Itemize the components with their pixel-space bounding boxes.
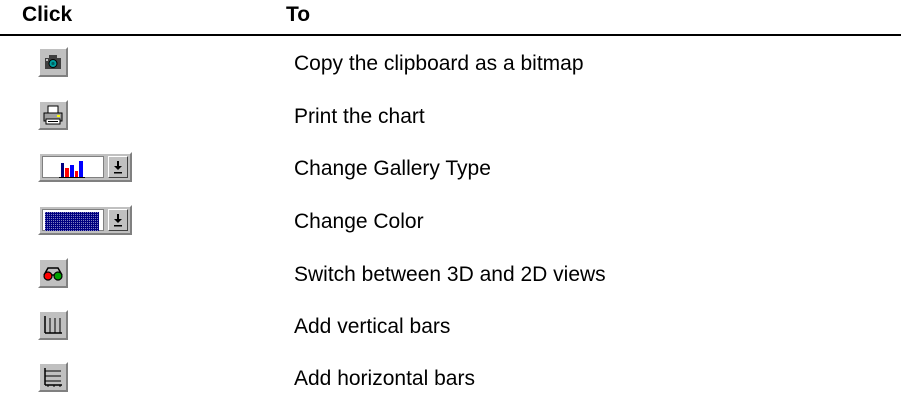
table-row: Change Gallery Type <box>0 152 901 188</box>
color-dropdown[interactable] <box>38 205 132 235</box>
vertical-bars-button[interactable] <box>38 310 68 340</box>
color-palette-icon <box>45 212 99 231</box>
dropdown-arrow-icon <box>114 161 122 174</box>
row-description: Change Gallery Type <box>294 157 491 180</box>
color-dropdown-arrow[interactable] <box>108 209 128 231</box>
camera-icon <box>45 55 61 69</box>
gallery-type-icon <box>59 161 85 178</box>
horizontal-bars-button[interactable] <box>38 362 68 392</box>
row-description: Print the chart <box>294 105 425 128</box>
table-row: Add horizontal bars <box>0 362 901 398</box>
header-rule <box>0 34 901 36</box>
row-description: Add horizontal bars <box>294 367 475 390</box>
gallery-type-dropdown[interactable] <box>38 152 132 182</box>
table-row: Change Color <box>0 205 901 241</box>
row-description: Change Color <box>294 210 424 233</box>
gallery-type-dropdown-arrow[interactable] <box>108 156 128 178</box>
row-description: Copy the clipboard as a bitmap <box>294 52 584 75</box>
table-row: Add vertical bars <box>0 310 901 346</box>
row-description: Add vertical bars <box>294 315 451 338</box>
dropdown-arrow-icon <box>114 214 122 227</box>
printer-icon <box>43 105 63 125</box>
row-description: Switch between 3D and 2D views <box>294 263 606 286</box>
copy-bitmap-button[interactable] <box>38 47 68 77</box>
horizontal-grid-icon <box>44 368 62 387</box>
vertical-grid-icon <box>44 316 62 334</box>
print-button[interactable] <box>38 100 68 130</box>
table-row: Switch between 3D and 2D views <box>0 258 901 294</box>
header-click: Click <box>22 3 73 26</box>
header-to: To <box>286 3 311 26</box>
table-row: Print the chart <box>0 100 901 136</box>
toggle-3d-button[interactable] <box>38 258 68 288</box>
3d-glasses-icon <box>43 267 63 281</box>
table-row: Copy the clipboard as a bitmap <box>0 47 901 83</box>
